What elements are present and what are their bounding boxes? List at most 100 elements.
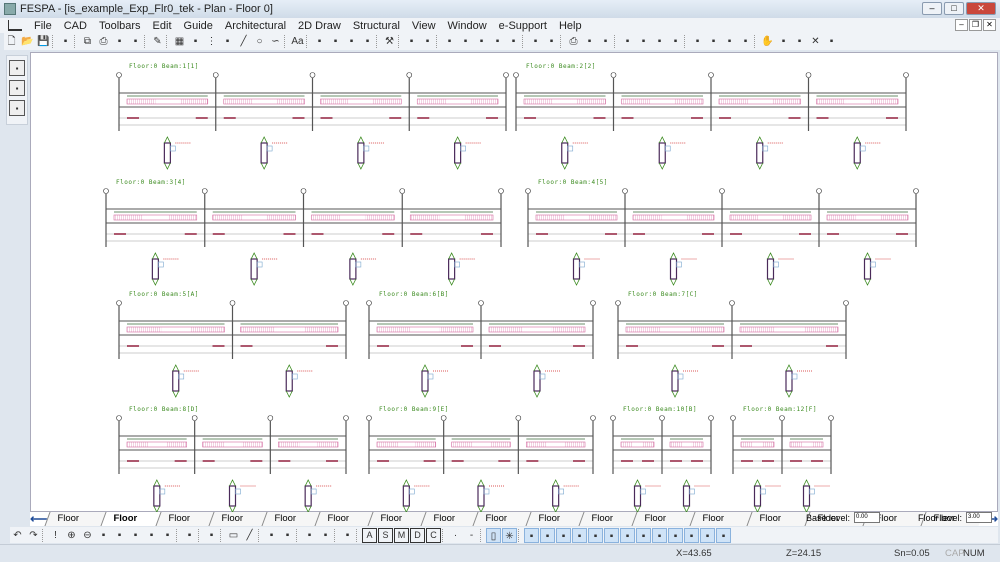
paint-icon[interactable]: ▪ [360, 34, 375, 49]
menu-help[interactable]: Help [553, 20, 588, 32]
pen-icon[interactable]: ✎ [150, 34, 165, 49]
cut-icon[interactable]: ▪ [652, 34, 667, 49]
menu-view[interactable]: View [406, 20, 442, 32]
load-icon[interactable]: ▪ [620, 34, 635, 49]
scale-icon[interactable]: ▪ [490, 34, 505, 49]
point-icon[interactable]: · [448, 528, 463, 543]
dimension-icon[interactable]: ▪ [312, 34, 327, 49]
mode-D-button[interactable]: D [410, 527, 425, 543]
menu-structural[interactable]: Structural [347, 20, 406, 32]
properties-icon[interactable]: ▪ [404, 34, 419, 49]
layer-view-icon[interactable]: ▪ [9, 100, 25, 116]
ab-snap-icon[interactable]: ▪ [636, 527, 651, 543]
zoom-prev-icon[interactable]: ▪ [112, 528, 127, 543]
zoom-all-icon[interactable]: ▪ [144, 528, 159, 543]
menu-2d-draw[interactable]: 2D Draw [292, 20, 347, 32]
alert-icon[interactable]: ! [48, 528, 63, 543]
mouse-icon[interactable]: ▯ [486, 527, 501, 543]
save-icon[interactable]: 💾 [36, 34, 51, 49]
menu-window[interactable]: Window [442, 20, 493, 32]
grid-icon[interactable]: ▦ [172, 34, 187, 49]
layers-icon[interactable]: ▪ [582, 34, 597, 49]
zoom-extents-icon[interactable]: ▪ [160, 528, 175, 543]
measure-icon[interactable]: ▪ [280, 528, 295, 543]
mid-snap-icon[interactable]: ▪ [572, 527, 587, 543]
printer-icon[interactable]: ⎙ [566, 34, 581, 49]
curve-icon[interactable]: ∽ [268, 34, 283, 49]
rect-icon[interactable]: ▭ [226, 528, 241, 543]
menu-cad[interactable]: CAD [58, 20, 93, 32]
zoom-in-icon[interactable]: ⊕ [64, 528, 79, 543]
node-icon[interactable]: ▪ [220, 34, 235, 49]
menu-guide[interactable]: Guide [178, 20, 219, 32]
undo-icon[interactable]: ↶ [10, 528, 25, 543]
move-icon[interactable]: ▪ [776, 34, 791, 49]
frame-icon[interactable]: ▪ [458, 34, 473, 49]
tools-icon[interactable]: ⚒ [382, 34, 397, 49]
tab-floor[interactable]: Floor 3 [261, 512, 320, 538]
document-icon[interactable] [8, 20, 22, 31]
end-snap-icon[interactable]: ▪ [556, 527, 571, 543]
printer-setup-icon[interactable]: ▪ [112, 34, 127, 49]
select-icon[interactable]: ▪ [442, 34, 457, 49]
circle-icon[interactable]: ○ [252, 34, 267, 49]
grid-table-icon[interactable]: ▪ [318, 528, 333, 543]
hatch-snap-icon[interactable]: ▪ [700, 527, 715, 543]
line-icon[interactable]: ╱ [236, 34, 251, 49]
plan-view-icon[interactable]: ▪ [9, 60, 25, 76]
zoom-window-icon[interactable]: ▪ [96, 528, 111, 543]
list-icon[interactable]: ▪ [188, 34, 203, 49]
tab-floor[interactable]: Floor 10 [631, 512, 695, 538]
near-snap-icon[interactable]: ▪ [652, 527, 667, 543]
tab-floor[interactable]: Floor 9 [578, 512, 637, 538]
menu-architectural[interactable]: Architectural [219, 20, 292, 32]
view-icon[interactable]: ▪ [420, 34, 435, 49]
corner-icon[interactable]: ▪ [204, 528, 219, 543]
stop-icon[interactable]: ▪ [824, 34, 839, 49]
mode-M-button[interactable]: M [394, 527, 409, 543]
tab-floor[interactable]: Floor 7 [472, 512, 531, 538]
text-icon[interactable]: Aa [290, 34, 305, 49]
menu-toolbars[interactable]: Toolbars [93, 20, 147, 32]
table-icon[interactable]: ▪ [528, 34, 543, 49]
copy-icon[interactable]: ⧉ [80, 34, 95, 49]
person-icon[interactable]: ▪ [506, 34, 521, 49]
tab-floor[interactable]: Floor 5 [367, 512, 426, 538]
menu-file[interactable]: File [28, 20, 58, 32]
drawing-canvas[interactable]: Floor:0 Beam:1[1] Floor:0 Beam:2[2] Floor:… [30, 52, 998, 513]
tab-floor[interactable]: Floor 8 [525, 512, 584, 538]
message-icon[interactable]: ▪ [738, 34, 753, 49]
tan-snap-icon[interactable]: ▪ [668, 527, 683, 543]
copy-layers-icon[interactable]: ▪ [340, 528, 355, 543]
report-icon[interactable]: ▪ [690, 34, 705, 49]
open-icon[interactable]: 📂 [20, 34, 35, 49]
new-icon[interactable]: 🗋 [4, 34, 19, 49]
doc-close-button[interactable]: ✕ [983, 19, 996, 31]
snap-icon[interactable]: ▪ [264, 528, 279, 543]
tab-floor[interactable]: Floor 2 [208, 512, 267, 538]
doc-restore-button[interactable]: ❐ [969, 19, 982, 31]
chart-icon[interactable]: ▪ [544, 34, 559, 49]
grid-snap-icon[interactable]: ▪ [524, 527, 539, 543]
print-icon[interactable]: ⎙ [96, 34, 111, 49]
support-icon[interactable]: ▪ [636, 34, 651, 49]
doc-minimize-button[interactable]: – [955, 19, 968, 31]
window-snap-icon[interactable]: ▪ [716, 527, 731, 543]
dots-grid-icon[interactable]: ⋮ [204, 34, 219, 49]
crosshair-icon[interactable]: ✳ [502, 527, 517, 543]
menu-e-support[interactable]: e-Support [493, 20, 553, 32]
key-icon[interactable]: ▪ [474, 34, 489, 49]
zoom-next-icon[interactable]: ▪ [128, 528, 143, 543]
mode-S-button[interactable]: S [378, 527, 393, 543]
menu-edit[interactable]: Edit [147, 20, 178, 32]
mode-A-button[interactable]: A [362, 527, 377, 543]
table-edit-icon[interactable]: ▪ [302, 528, 317, 543]
beam-icon[interactable]: ▪ [722, 34, 737, 49]
check-icon[interactable]: ▪ [706, 34, 721, 49]
tab-floor[interactable]: Floor 4 [314, 512, 373, 538]
layer-icon[interactable]: ▪ [182, 528, 197, 543]
tab-floor[interactable]: Floor 11 [689, 512, 752, 538]
perp-snap-icon[interactable]: ▪ [588, 527, 603, 543]
export-icon[interactable]: ▪ [128, 34, 143, 49]
ext-snap-icon[interactable]: ▪ [684, 527, 699, 543]
